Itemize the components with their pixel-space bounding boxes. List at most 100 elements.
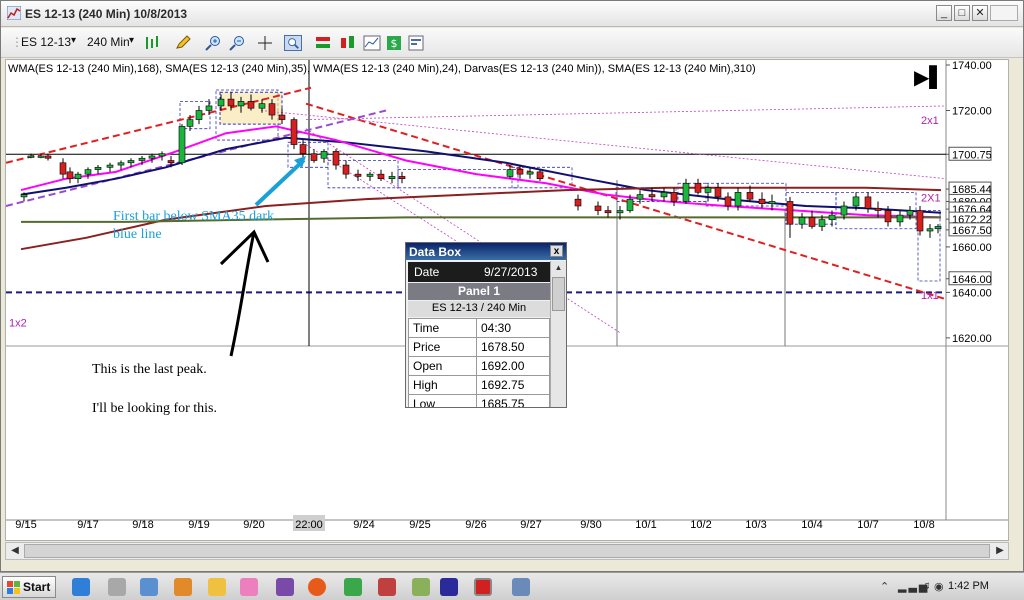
scroll-up-icon[interactable]: ▲: [552, 263, 565, 275]
data-box-scrollbar[interactable]: ▲: [550, 261, 566, 407]
candle-body: [906, 210, 914, 216]
horizontal-scrollbar[interactable]: ◀ ▶: [5, 542, 1009, 560]
candle-body: [310, 153, 318, 161]
tray-expand-icon[interactable]: ⌃: [880, 580, 889, 593]
price-axis-label: 1720.00: [952, 105, 992, 117]
taskbar-clock: 1:42 PM: [948, 580, 989, 592]
date-axis-label: 10/7: [857, 519, 878, 531]
chart-window: ES 12-13 (240 Min) 10/8/2013 _ □ ✕ ⋮ ES …: [0, 0, 1024, 572]
annotation-black-arrowhead: [219, 229, 270, 266]
candle-body: [714, 187, 722, 198]
data-box-close-button[interactable]: x: [550, 245, 563, 257]
network-icon[interactable]: [412, 578, 430, 596]
scroll-right-icon[interactable]: ▶: [992, 543, 1008, 559]
candle-body: [388, 176, 396, 180]
instrument-selector[interactable]: ES 12-13: [21, 35, 71, 49]
candle-body: [768, 201, 776, 205]
folder-icon[interactable]: [208, 578, 226, 596]
candle-body: [626, 198, 634, 211]
chart-properties-icon[interactable]: [363, 35, 381, 51]
candle-body: [127, 160, 135, 164]
wma24-line: [20, 125, 942, 219]
firefox-icon[interactable]: [308, 578, 326, 596]
instrument-dropdown-icon[interactable]: ▾: [71, 35, 76, 46]
price-axis-label: 1646.00: [952, 274, 992, 286]
candle-body: [636, 194, 644, 200]
candle-body: [536, 171, 544, 179]
bar-type-icon[interactable]: [144, 35, 162, 51]
data-box-scroll-thumb[interactable]: [552, 277, 565, 311]
active-app-icon[interactable]: [474, 578, 492, 596]
trend-line-down: [305, 102, 947, 301]
candle-body: [874, 207, 882, 211]
interval-dropdown-icon[interactable]: ▾: [129, 35, 134, 46]
darvas-box: [677, 182, 709, 202]
candle-body: [852, 196, 860, 207]
table-row: High 1692.75: [408, 375, 550, 395]
candle-body: [746, 192, 754, 200]
data-box-titlebar[interactable]: Data Box x: [406, 243, 566, 260]
data-box-row-value: 1685.75: [476, 394, 550, 407]
minimize-button[interactable]: _: [936, 5, 952, 21]
close-button[interactable]: ✕: [972, 5, 988, 21]
data-box-row-label: Price: [408, 337, 477, 357]
data-box-date-value: 9/27/2013: [484, 265, 538, 279]
candle-body: [258, 103, 266, 109]
date-axis-label: 9/17: [77, 519, 98, 531]
media-icon[interactable]: [174, 578, 192, 596]
data-box-window[interactable]: Data Box x Date 9/27/2013 Panel 1 ES 12-…: [405, 242, 567, 408]
start-button[interactable]: Start: [2, 576, 56, 598]
zoom-out-icon[interactable]: [228, 35, 246, 51]
candle-body: [682, 182, 690, 202]
candle-body: [864, 196, 872, 209]
scroll-thumb[interactable]: [24, 544, 990, 558]
candle-body: [178, 126, 186, 164]
find-icon[interactable]: [284, 35, 302, 51]
candle-body: [916, 210, 924, 232]
internet-explorer-icon[interactable]: [72, 578, 90, 596]
file-manager-icon[interactable]: [140, 578, 158, 596]
paint-icon[interactable]: [240, 578, 258, 596]
candle-body: [332, 151, 340, 166]
crosshair-icon[interactable]: [256, 35, 274, 51]
zoom-in-icon[interactable]: [204, 35, 222, 51]
candle-body: [526, 171, 534, 175]
pencil-draw-icon[interactable]: [174, 35, 192, 51]
date-axis-label: 10/1: [635, 519, 656, 531]
candle-body: [94, 167, 102, 170]
tray-status-icon[interactable]: ◉: [934, 580, 944, 593]
data-series-icon[interactable]: [407, 35, 425, 51]
office-icon[interactable]: [378, 578, 396, 596]
dollar-icon[interactable]: $: [385, 35, 403, 51]
price-axis-label: 1660.00: [952, 242, 992, 254]
remote-desktop-icon[interactable]: [512, 578, 530, 596]
strategy-icon[interactable]: [339, 35, 357, 51]
tray-volume-icon[interactable]: ♫: [922, 580, 930, 592]
control-panel-icon[interactable]: [108, 578, 126, 596]
candle-body: [734, 192, 742, 207]
candle-body: [37, 155, 45, 158]
date-axis-label: 22:00: [295, 519, 323, 531]
indicators-icon[interactable]: [314, 35, 332, 51]
interval-selector[interactable]: 240 Min: [87, 35, 130, 49]
chart-toolbar: ⋮ ES 12-13 ▾ 240 Min ▾ $: [1, 28, 1023, 58]
data-box-row-label: Open: [408, 356, 477, 376]
candle-body: [366, 173, 374, 177]
table-row: Low 1685.75: [408, 394, 550, 407]
restore-button[interactable]: □: [954, 5, 970, 21]
candle-body: [648, 194, 656, 198]
fib-level-label: 1x1: [921, 290, 939, 302]
fan-line-2: [305, 105, 947, 120]
candle-body: [27, 155, 35, 158]
ninjatrader-icon[interactable]: [440, 578, 458, 596]
chart-panel[interactable]: 1740.001720.001700.751685.441680.001676.…: [5, 59, 1009, 541]
candle-body: [20, 194, 28, 198]
fib-level-label: 1x2: [9, 318, 27, 330]
chart-app-task-icon[interactable]: [276, 578, 294, 596]
messenger-icon[interactable]: [344, 578, 362, 596]
darvas-box: [397, 169, 519, 189]
candle-body: [574, 198, 582, 207]
candle-body: [884, 210, 892, 223]
scroll-left-icon[interactable]: ◀: [7, 543, 23, 559]
title-bar[interactable]: ES 12-13 (240 Min) 10/8/2013 _ □ ✕: [1, 1, 1023, 27]
